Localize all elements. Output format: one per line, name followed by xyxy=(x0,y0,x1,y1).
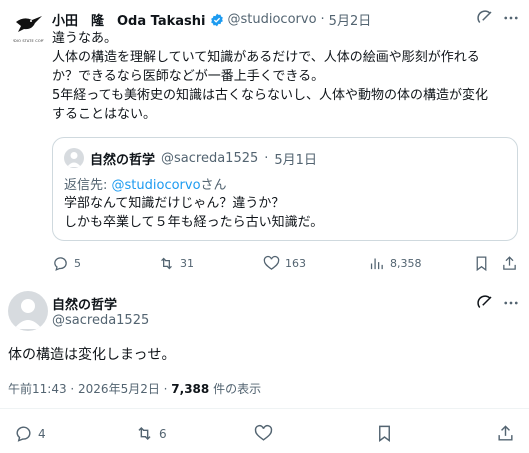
verified-badge-icon xyxy=(210,13,224,27)
reply-author-avatar[interactable] xyxy=(8,291,48,331)
retweet-count: 6 xyxy=(159,426,167,441)
author-avatar[interactable]: TUDIO STATE CORVI xyxy=(8,8,48,48)
more-options-icon[interactable] xyxy=(502,294,520,312)
view-suffix: 件の表示 xyxy=(209,382,262,396)
quote-line: しかも卒業して５年も経ったら古い知識だ。 xyxy=(64,215,324,230)
reply-count: 4 xyxy=(38,426,46,441)
reply-author-name[interactable]: 自然の哲学 xyxy=(52,294,117,313)
avatar-logo-text: TUDIO STATE CORVI xyxy=(8,39,48,43)
retweet-icon xyxy=(138,426,151,441)
author-handle[interactable]: @studiocorvo xyxy=(228,12,317,27)
author-name[interactable]: 小田 隆 Oda Takashi xyxy=(52,10,206,29)
timestamp[interactable]: 午前11:43 · 2026年5月2日 · xyxy=(8,382,171,396)
like-count: 163 xyxy=(285,257,306,270)
views-button[interactable]: 8,358 xyxy=(368,255,422,272)
reply-button[interactable]: 4 xyxy=(14,424,46,443)
tweet-line: 人体の構造を理解していて知識があるだけで、人体の絵画や彫刻が作れる xyxy=(52,50,480,65)
reply-text: 体の構造は変化しまっせ。 xyxy=(8,347,176,363)
more-options-icon[interactable] xyxy=(502,9,520,27)
share-icon[interactable] xyxy=(496,424,515,443)
quote-header: 自然の哲学 @sacreda1525 · 5月1日 xyxy=(64,148,317,168)
analytics-icon xyxy=(370,258,383,270)
retweet-button[interactable]: 6 xyxy=(135,424,167,443)
bookmark-icon[interactable] xyxy=(375,424,394,443)
reply-handle[interactable]: @studiocorvo xyxy=(112,178,201,193)
heart-icon[interactable] xyxy=(254,424,273,443)
tweet-line: 5年経っても美術史の知識は古くならないし、人体や動物の体の構造が変化 xyxy=(52,88,488,103)
reply-icon xyxy=(54,257,67,271)
grok-icon[interactable] xyxy=(476,294,494,312)
quote-text: 学部なんて知識だけじゃん？違うか？ しかも卒業して５年も経ったら古い知識だ。 xyxy=(64,194,323,232)
tweet-line: することはない。 xyxy=(52,107,157,122)
tweet-line: 違うなあ。 xyxy=(52,31,118,46)
tweet-date[interactable]: 5月2日 xyxy=(329,10,372,29)
view-count: 7,388 xyxy=(171,382,210,396)
grok-icon[interactable] xyxy=(476,9,494,27)
retweet-count: 31 xyxy=(180,257,194,270)
share-icon[interactable] xyxy=(501,255,518,272)
reply-button[interactable]: 5 xyxy=(52,255,81,272)
reply-author-handle[interactable]: @sacreda1525 xyxy=(52,313,149,328)
bookmark-icon[interactable] xyxy=(473,255,490,272)
retweet-icon xyxy=(161,257,172,270)
separator-dot: · xyxy=(320,12,325,27)
tweet-meta: 午前11:43 · 2026年5月2日 · 7,388 件の表示 xyxy=(8,380,261,397)
quote-line: 学部なんて知識だけじゃん？違うか？ xyxy=(64,196,285,211)
tweet-text: 違うなあ。 人体の構造を理解していて知識があるだけで、人体の絵画や彫刻が作れる … xyxy=(52,29,522,124)
quote-date: 5月1日 xyxy=(274,152,317,168)
quote-author-handle: @sacreda1525 xyxy=(161,150,259,166)
default-avatar-icon xyxy=(67,152,81,167)
like-button[interactable]: 163 xyxy=(263,255,306,272)
quote-author-name: 自然の哲学 xyxy=(90,152,156,168)
default-avatar-icon xyxy=(14,299,42,329)
divider xyxy=(0,408,529,409)
view-count: 8,358 xyxy=(390,257,422,270)
tweet-line: か？できるなら医師などが一番上手くできる。 xyxy=(52,69,325,84)
quoted-tweet[interactable]: 自然の哲学 @sacreda1525 · 5月1日 返信先: @studioco… xyxy=(52,137,518,241)
separator-dot: · xyxy=(264,150,269,166)
reply-count: 5 xyxy=(74,257,81,270)
reply-prefix: 返信先: xyxy=(64,178,112,193)
reply-suffix: さん xyxy=(200,178,227,193)
reply-icon xyxy=(16,426,31,442)
heart-icon xyxy=(263,255,280,270)
quote-avatar xyxy=(64,148,84,168)
quote-reply-to: 返信先: @studiocorvoさん xyxy=(64,174,227,193)
retweet-button[interactable]: 31 xyxy=(158,255,194,272)
tweet-header: 小田 隆 Oda Takashi @studiocorvo · 5月2日 xyxy=(52,10,371,29)
